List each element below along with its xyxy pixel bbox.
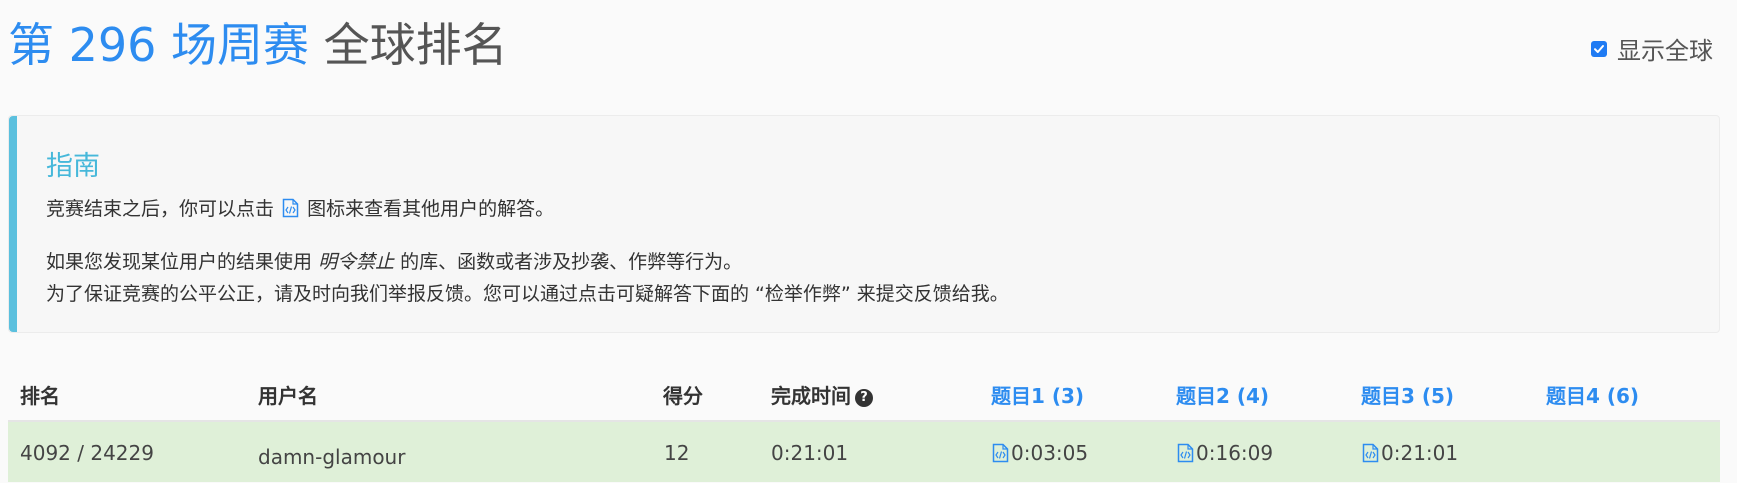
header-question-3[interactable]: 题目3 (5) — [1361, 380, 1454, 409]
guide-panel: 指南 竞赛结束之后，你可以点击 图标来查看其他用户的解答。 如果您发现某位用户的… — [8, 115, 1720, 333]
contest-name[interactable]: 第 296 场周赛 — [8, 18, 309, 72]
cell-question-2: 0:16:09 — [1175, 441, 1273, 468]
ranking-table: 排名 用户名 得分 完成时间? 题目1 (3) 题目2 (4) 题目3 (5) … — [8, 370, 1720, 482]
guide-accent-bar — [9, 116, 17, 332]
guide-line-1: 竞赛结束之后，你可以点击 图标来查看其他用户的解答。 — [46, 194, 554, 223]
header-finish-time: 完成时间? — [771, 380, 873, 409]
code-file-icon[interactable] — [1362, 443, 1379, 468]
header-finish-time-label: 完成时间 — [771, 384, 851, 408]
question-circle-icon[interactable]: ? — [855, 389, 873, 407]
code-file-icon — [282, 198, 299, 223]
guide-line-2: 如果您发现某位用户的结果使用 明令禁止 的库、函数或者涉及抄袭、作弊等行为。 — [46, 247, 742, 274]
show-global-label[interactable]: 显示全球 — [1617, 31, 1713, 66]
table-header: 排名 用户名 得分 完成时间? 题目1 (3) 题目2 (4) 题目3 (5) … — [8, 370, 1720, 422]
header-question-4[interactable]: 题目4 (6) — [1546, 380, 1639, 409]
title-suffix: 全球排名 — [323, 18, 508, 72]
check-icon — [1594, 44, 1604, 53]
cell-finish-time: 0:21:01 — [771, 441, 849, 465]
show-global-checkbox[interactable] — [1591, 40, 1607, 57]
header-question-2[interactable]: 题目2 (4) — [1176, 380, 1269, 409]
header-question-1[interactable]: 题目1 (3) — [991, 380, 1084, 409]
header-score: 得分 — [663, 384, 703, 408]
cell-rank: 4092 / 24229 — [20, 441, 154, 465]
guide-line-1-before: 竞赛结束之后，你可以点击 — [46, 198, 275, 220]
question-3-time: 0:21:01 — [1381, 441, 1459, 465]
guide-line-1-after: 图标来查看其他用户的解答。 — [307, 198, 555, 220]
cell-question-3: 0:21:01 — [1360, 441, 1458, 468]
cell-score: 12 — [664, 441, 690, 465]
cell-username[interactable]: damn-glamour — [258, 445, 405, 469]
guide-line-2-emphasis: 明令禁止 — [318, 251, 395, 273]
page-title: 第 296 场周赛 全球排名 — [8, 14, 508, 76]
code-file-icon[interactable] — [992, 443, 1009, 468]
code-file-icon[interactable] — [1177, 443, 1194, 468]
guide-line-3: 为了保证竞赛的公平公正，请及时向我们举报反馈。您可以通过点击可疑解答下面的 “检… — [46, 283, 1009, 305]
show-global-toggle[interactable]: 显示全球 — [1591, 31, 1713, 66]
table-row: 4092 / 24229 damn-glamour 12 0:21:01 0:0… — [8, 422, 1720, 482]
header-username: 用户名 — [258, 384, 318, 408]
cell-question-1: 0:03:05 — [990, 441, 1088, 468]
question-2-time: 0:16:09 — [1196, 441, 1274, 465]
contest-ranking-page: 第 296 场周赛 全球排名 显示全球 指南 竞赛结束之后，你可以点击 图标来查… — [0, 0, 1737, 483]
question-1-time: 0:03:05 — [1011, 441, 1089, 465]
guide-title: 指南 — [46, 151, 100, 182]
guide-line-2-after: 的库、函数或者涉及抄袭、作弊等行为。 — [400, 251, 743, 273]
guide-line-2-before: 如果您发现某位用户的结果使用 — [46, 251, 313, 273]
header-rank: 排名 — [20, 384, 60, 408]
